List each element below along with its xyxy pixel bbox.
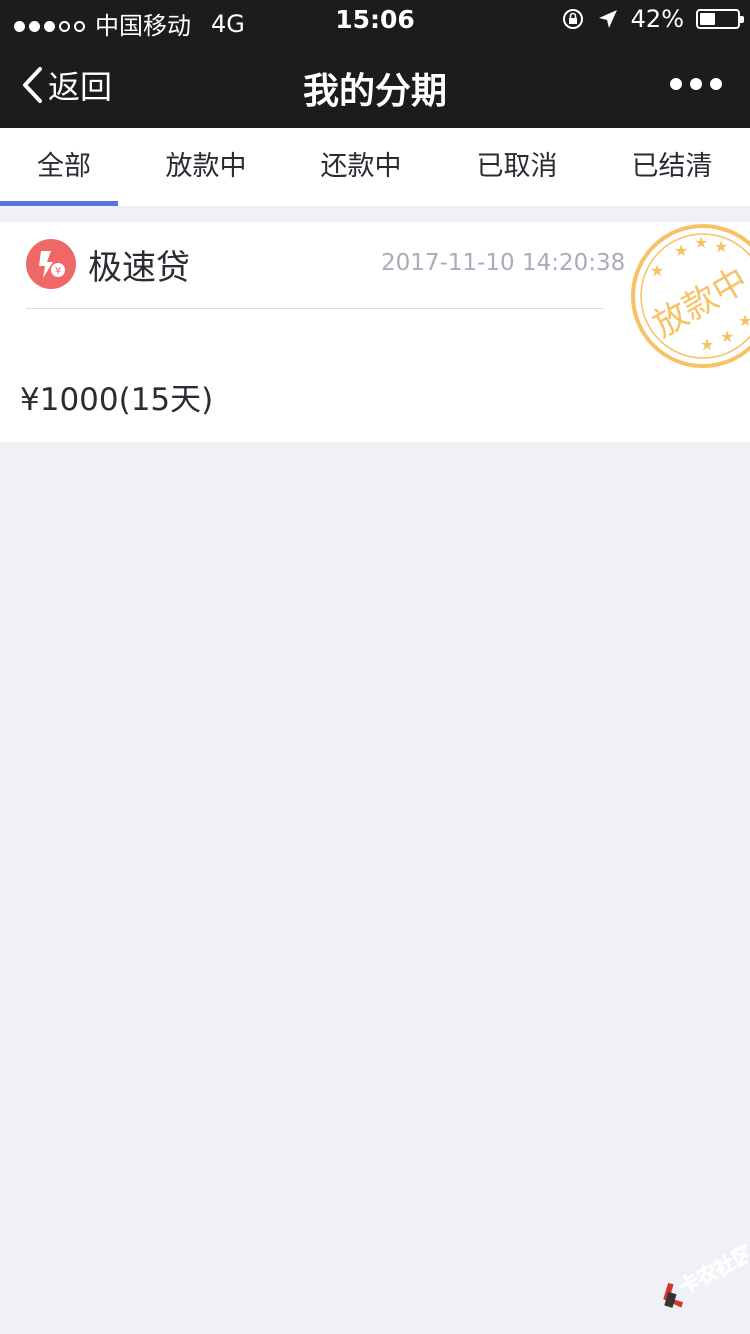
tab-cancelled[interactable]: 已取消	[442, 128, 592, 206]
tab-disbursing[interactable]: 放款中	[131, 128, 281, 206]
svg-text:★: ★	[720, 327, 734, 346]
more-options-button[interactable]	[670, 78, 722, 90]
status-right: 42%	[561, 5, 744, 33]
svg-text:¥: ¥	[55, 266, 61, 277]
location-arrow-icon	[598, 10, 617, 28]
battery-icon	[696, 9, 744, 29]
navigation-bar: 返回 我的分期	[0, 40, 750, 128]
svg-text:★: ★	[700, 335, 714, 354]
loan-amount: ¥1000(15天)	[20, 382, 214, 418]
loan-timestamp: 2017-11-10 14:20:38	[381, 250, 626, 276]
rotation-lock-icon	[562, 9, 583, 29]
svg-text:★: ★	[650, 261, 664, 280]
battery-percent: 42%	[630, 5, 684, 33]
divider	[26, 308, 604, 309]
tab-settled[interactable]: 已结清	[597, 128, 747, 206]
svg-text:★: ★	[674, 241, 688, 260]
more-dot-icon	[670, 78, 682, 90]
svg-text:★: ★	[694, 233, 708, 252]
tab-all[interactable]: 全部	[0, 128, 139, 206]
tab-repaying[interactable]: 还款中	[286, 128, 436, 206]
svg-text:★: ★	[738, 311, 750, 330]
status-stamp: ★ ★ ★ ★ ★ ★ ★ 放款中	[631, 224, 750, 368]
status-bar: 中国移动 4G 15:06 42%	[0, 0, 750, 40]
more-dot-icon	[690, 78, 702, 90]
more-dot-icon	[710, 78, 722, 90]
svg-text:★: ★	[714, 237, 728, 256]
lightning-yuan-icon: ¥	[26, 239, 76, 289]
watermark-text: 卡农社区	[675, 1241, 748, 1300]
filter-tabs: 全部 放款中 还款中 已取消 已结清	[0, 128, 750, 206]
loan-card[interactable]: ¥ 极速贷 2017-11-10 14:20:38 ¥1000(15天) ★ ★…	[0, 222, 750, 442]
loan-product-name: 极速贷	[88, 248, 190, 288]
page-title: 我的分期	[302, 71, 447, 112]
kanong-watermark-logo: 卡农社区	[663, 1240, 748, 1308]
